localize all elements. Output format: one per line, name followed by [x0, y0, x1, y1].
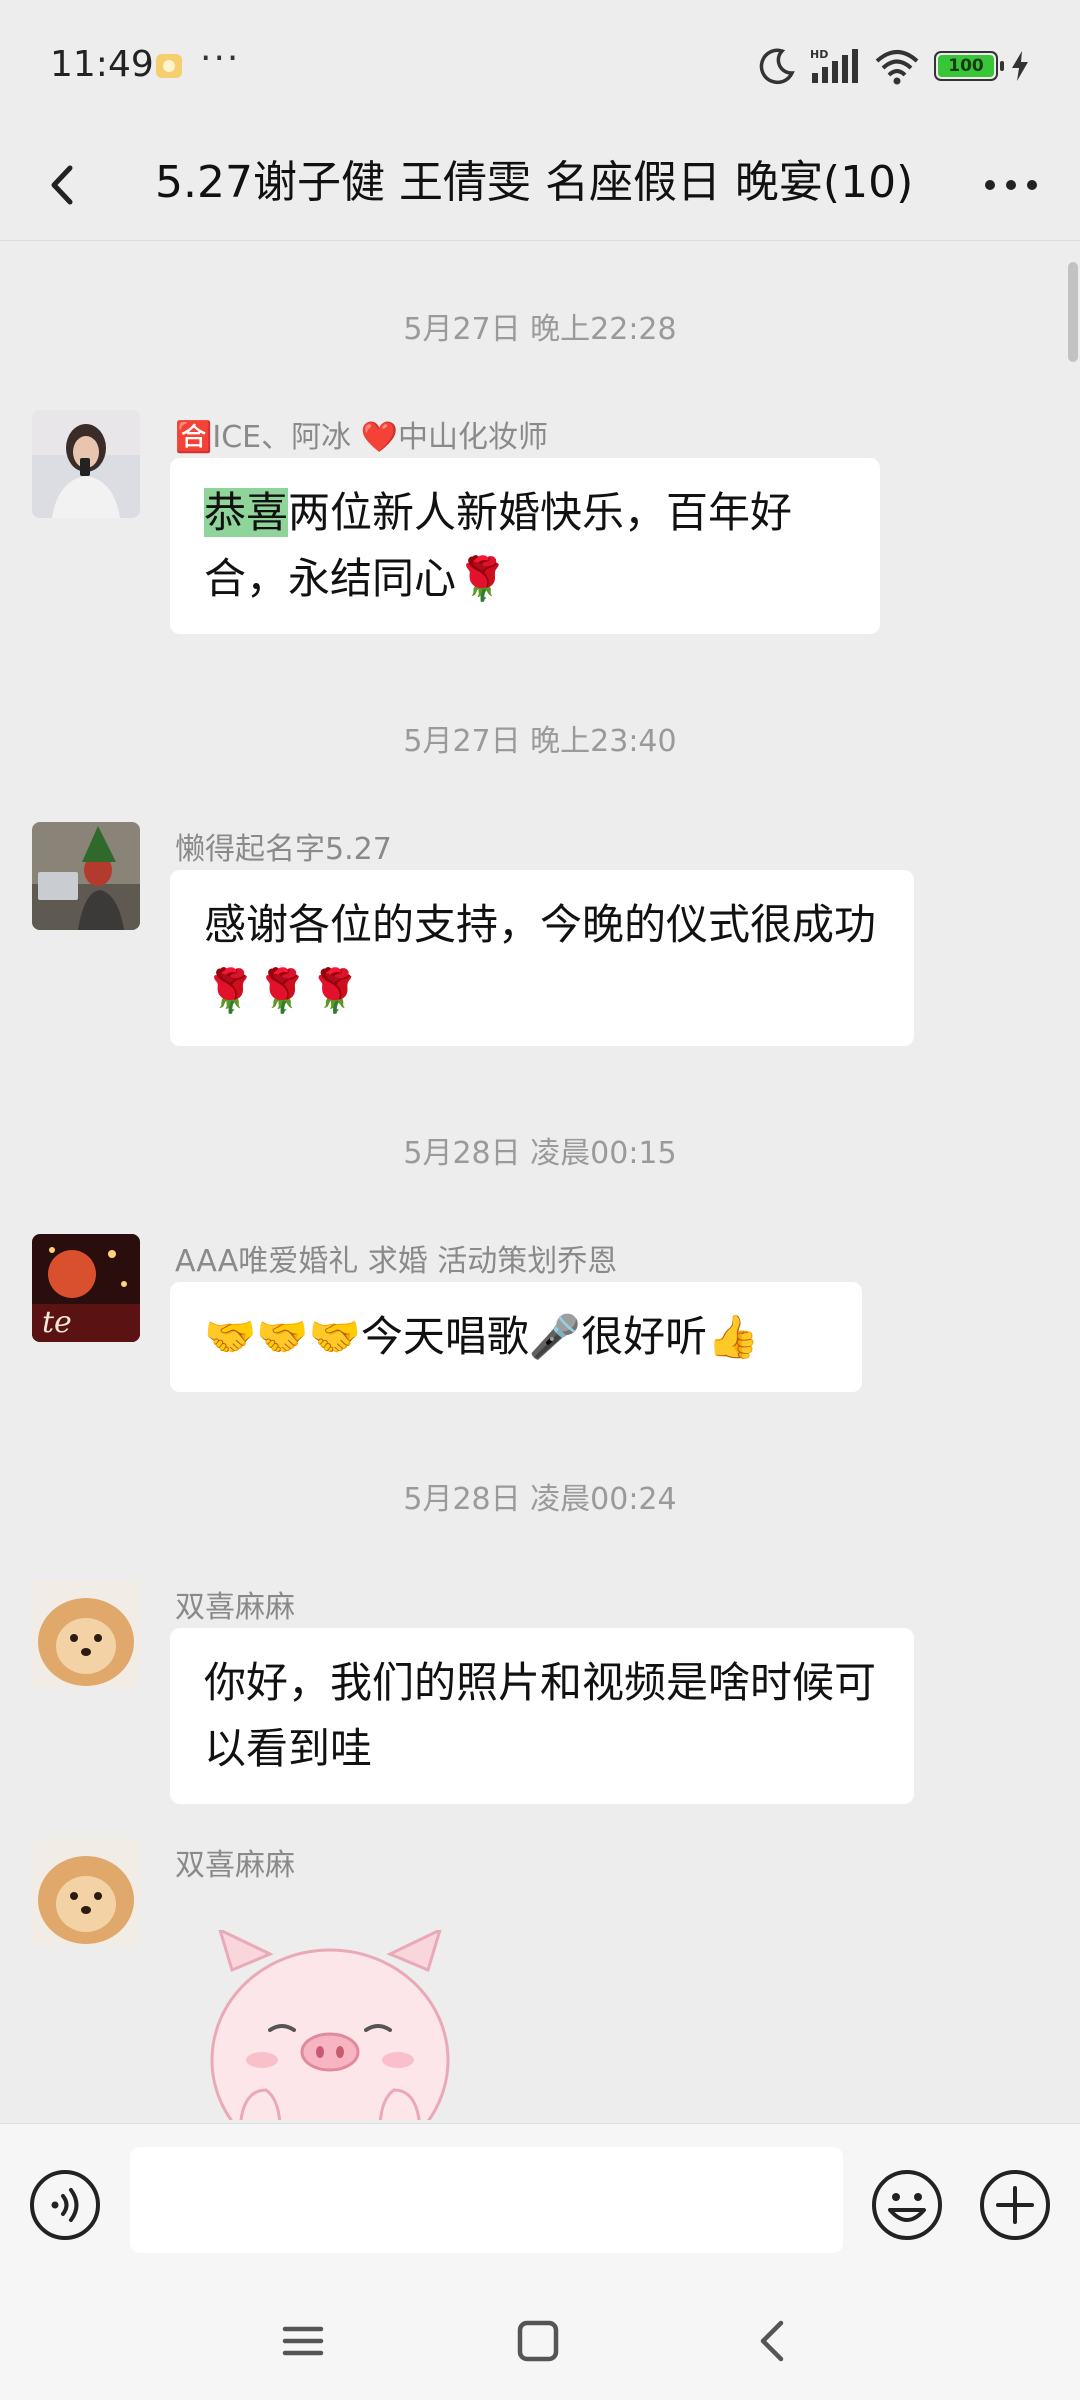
more-functions-button[interactable]	[978, 2168, 1052, 2242]
message-bubble[interactable]: 🤝🤝🤝今天唱歌🎤很好听👍	[170, 1282, 862, 1392]
more-notifications-indicator: ···	[200, 38, 241, 79]
status-icons: HD 100	[758, 44, 1028, 88]
battery-icon: 100	[934, 51, 1004, 81]
hd-label: HD	[810, 48, 828, 61]
home-square-icon	[517, 2320, 559, 2362]
avatar[interactable]	[32, 1838, 140, 1946]
status-time: 11:49	[50, 44, 154, 85]
home-button[interactable]	[510, 2313, 566, 2369]
voice-icon	[30, 2170, 100, 2240]
chat-header: 5.27谢子健 王倩雯 名座假日 晚宴(10)	[0, 130, 1080, 240]
sender-name: 双喜麻麻	[175, 1848, 295, 1883]
wifi-icon	[874, 47, 920, 85]
message-text: 你好，我们的照片和视频是啥时候可以看到哇	[204, 1658, 877, 1773]
chat-title: 5.27谢子健 王倩雯 名座假日 晚宴(10)	[155, 157, 914, 208]
plus-icon	[980, 2170, 1050, 2240]
chevron-left-icon	[51, 165, 73, 205]
moon-icon	[758, 47, 796, 85]
back-triangle-icon	[760, 2320, 784, 2362]
message-bubble[interactable]: 感谢各位的支持，今晚的仪式很成功🌹🌹🌹	[170, 870, 914, 1046]
emoji-button[interactable]	[870, 2168, 944, 2242]
recent-apps-button[interactable]	[275, 2313, 331, 2369]
timestamp: 5月28日 凌晨00:15	[403, 1136, 677, 1171]
avatar[interactable]	[32, 1580, 140, 1688]
back-button[interactable]	[34, 150, 94, 220]
more-horizontal-icon	[985, 180, 1037, 190]
menu-icon	[282, 2326, 324, 2356]
notification-icon	[156, 54, 182, 78]
avatar[interactable]	[32, 822, 140, 930]
input-bar	[0, 2123, 1080, 2284]
pig-sticker[interactable]	[200, 1930, 460, 2120]
sender-name: AAA唯爱婚礼 求婚 活动策划乔恩	[175, 1244, 618, 1279]
battery-level: 100	[938, 55, 994, 77]
emoji-icon	[872, 2170, 942, 2240]
avatar[interactable]	[32, 410, 140, 518]
svg-text:te: te	[42, 1305, 72, 1340]
message-bubble[interactable]: 你好，我们的照片和视频是啥时候可以看到哇	[170, 1628, 914, 1804]
message-text: 🤝🤝🤝今天唱歌🎤很好听👍	[204, 1312, 760, 1361]
voice-button[interactable]	[28, 2168, 102, 2242]
charging-icon	[1012, 51, 1028, 81]
avatar[interactable]: te	[32, 1234, 140, 1342]
message-bubble[interactable]: 恭喜两位新人新婚快乐，百年好合，永结同心🌹	[170, 458, 880, 634]
sender-name: 懒得起名字5.27	[175, 832, 392, 867]
sender-name: 双喜麻麻	[175, 1590, 295, 1625]
message-input[interactable]	[130, 2147, 843, 2253]
system-back-button[interactable]	[745, 2313, 801, 2369]
sender-name: 🈴ICE、阿冰 ❤️中山化妆师	[175, 420, 548, 455]
header-divider	[0, 240, 1080, 241]
timestamp: 5月27日 晚上23:40	[403, 724, 677, 759]
timestamp: 5月27日 晚上22:28	[403, 312, 677, 347]
status-bar: 11:49 ··· HD 100	[0, 0, 1080, 130]
message-text: 感谢各位的支持，今晚的仪式很成功🌹🌹🌹	[204, 900, 877, 1015]
highlighted-keyword[interactable]: 恭喜	[204, 488, 289, 537]
message-text: 两位新人新婚快乐，百年好合，永结同心🌹	[204, 488, 793, 603]
signal-icon: HD	[810, 47, 860, 85]
timestamp: 5月28日 凌晨00:24	[403, 1482, 677, 1517]
system-nav-bar	[0, 2283, 1080, 2400]
more-button[interactable]	[976, 160, 1046, 210]
